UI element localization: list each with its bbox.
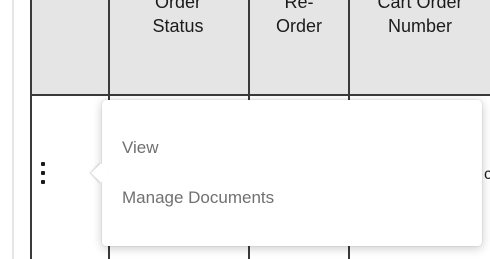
menu-item-manage-documents[interactable]: Manage Documents <box>122 188 274 208</box>
column-header-line: Re- <box>284 0 314 12</box>
row-actions-menu: View Manage Documents <box>91 100 482 246</box>
column-divider <box>30 0 32 259</box>
menu-item-view[interactable]: View <box>122 138 159 158</box>
column-header-line: Order <box>275 16 322 36</box>
column-header-line: Status <box>152 16 204 36</box>
cart-order-number-fragment: c <box>484 166 490 183</box>
column-header-line: Order <box>154 0 201 12</box>
column-header-cart-order-number[interactable]: Cart Order Number <box>350 0 490 94</box>
column-header-order-status[interactable]: Order Status <box>108 0 248 94</box>
row-actions-kebab-icon[interactable] <box>38 162 48 184</box>
column-header-line: Number <box>387 16 453 36</box>
screen: Order Status Re- Order Cart Order Number… <box>0 0 490 259</box>
side-panel-edge <box>0 0 14 259</box>
column-header-re-order[interactable]: Re- Order <box>250 0 348 94</box>
column-header-line: Cart Order <box>377 0 463 12</box>
